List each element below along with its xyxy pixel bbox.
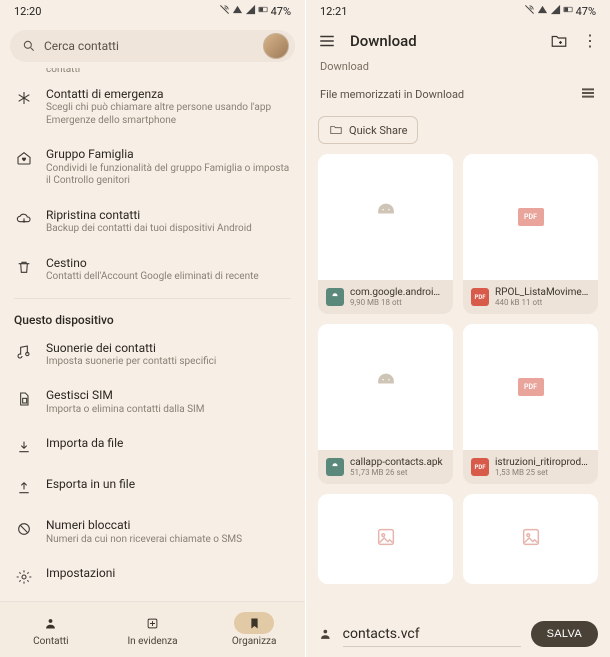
pdf-icon: PDF xyxy=(518,378,544,396)
status-bar: 12:20 47% xyxy=(0,0,305,22)
picker-title: Download xyxy=(350,32,536,50)
person-icon xyxy=(43,616,58,631)
search-input[interactable]: Cerca contatti xyxy=(10,30,295,62)
battery-pct: 47% xyxy=(576,5,596,18)
apk-icon xyxy=(372,371,400,403)
search-icon xyxy=(22,39,36,53)
clock: 12:20 xyxy=(14,5,41,18)
file-tile[interactable]: PDF RPOL_ListaMovime… 440 kB 11 ott xyxy=(463,154,598,314)
download-icon xyxy=(14,437,34,457)
downloads-picker-screen: 12:21 47% Download ⋮ Download File memor… xyxy=(305,0,610,657)
files-area: Quick Share com.google.androi… 9,90 MB 1… xyxy=(306,110,610,611)
upload-icon xyxy=(14,478,34,498)
item-emergency[interactable]: Contatti di emergenza Scegli chi può chi… xyxy=(14,77,291,137)
settings-list: contatti Contatti di emergenza Scegli ch… xyxy=(0,68,305,601)
image-icon xyxy=(375,526,397,552)
section-title: Questo dispositivo xyxy=(14,303,291,331)
nav-organize[interactable]: Organizza xyxy=(203,602,305,657)
item-sim[interactable]: Gestisci SIM Importa o elimina contatti … xyxy=(14,378,291,426)
gear-icon xyxy=(14,567,34,587)
person-icon xyxy=(318,626,333,642)
asterisk-icon xyxy=(14,88,34,108)
bottom-nav: Contatti In evidenza Organizza xyxy=(0,601,305,657)
truncated-prev-item: contatti xyxy=(14,68,291,75)
save-button[interactable]: SALVA xyxy=(531,621,598,647)
image-icon xyxy=(520,526,542,552)
item-settings[interactable]: Impostazioni xyxy=(14,556,291,597)
file-tile[interactable]: com.google.androi… 9,90 MB 18 ott xyxy=(318,154,453,314)
menu-icon[interactable] xyxy=(318,32,336,50)
nav-highlights[interactable]: In evidenza xyxy=(102,602,204,657)
status-icons: 47% xyxy=(524,4,596,18)
item-family[interactable]: Gruppo Famiglia Condividi le funzionalit… xyxy=(14,137,291,197)
file-tile[interactable]: PDF istruzioni_ritiroprod… 1,53 MB 25 se… xyxy=(463,324,598,484)
file-tile[interactable] xyxy=(463,494,598,584)
list-view-icon[interactable] xyxy=(580,85,596,104)
file-tile[interactable]: callapp-contacts.apk 51,73 MB 26 set xyxy=(318,324,453,484)
item-export[interactable]: Esporta in un file xyxy=(14,467,291,508)
pdf-badge-icon xyxy=(471,288,489,306)
item-trash[interactable]: Cestino Contatti dell'Account Google eli… xyxy=(14,246,291,294)
picker-header: Download ⋮ xyxy=(306,22,610,54)
nav-contacts[interactable]: Contatti xyxy=(0,602,102,657)
home-heart-icon xyxy=(14,148,34,168)
file-tile[interactable] xyxy=(318,494,453,584)
pdf-icon: PDF xyxy=(518,208,544,226)
pdf-badge-icon xyxy=(471,458,489,476)
search-row: Cerca contatti xyxy=(0,22,305,68)
contacts-organize-screen: 12:20 47% Cerca contatti contatti Contat… xyxy=(0,0,305,657)
breadcrumb[interactable]: Download xyxy=(306,54,610,79)
item-import[interactable]: Importa da file xyxy=(14,426,291,467)
block-icon xyxy=(14,519,34,539)
apk-badge-icon xyxy=(326,458,344,476)
location-subheader: File memorizzati in Download xyxy=(306,79,610,110)
save-bar: SALVA xyxy=(306,611,610,657)
avatar[interactable] xyxy=(263,33,289,59)
bookmark-icon xyxy=(247,616,262,631)
trash-icon xyxy=(14,257,34,277)
quick-share-chip[interactable]: Quick Share xyxy=(318,116,418,144)
item-ringtones[interactable]: Suonerie dei contatti Imposta suonerie p… xyxy=(14,331,291,379)
item-blocked[interactable]: Numeri bloccati Numeri da cui non riceve… xyxy=(14,508,291,556)
clock: 12:21 xyxy=(320,5,347,18)
status-icons: 47% xyxy=(219,4,291,18)
sim-icon xyxy=(14,389,34,409)
apk-badge-icon xyxy=(326,288,344,306)
divider xyxy=(14,298,291,299)
music-note-icon xyxy=(14,342,34,362)
apk-icon xyxy=(372,201,400,233)
status-bar: 12:21 47% xyxy=(306,0,610,22)
filename-input[interactable] xyxy=(343,622,521,647)
battery-pct: 47% xyxy=(271,5,291,18)
folder-icon xyxy=(329,123,343,137)
cloud-download-icon xyxy=(14,209,34,229)
search-placeholder: Cerca contatti xyxy=(44,39,119,53)
more-icon[interactable]: ⋮ xyxy=(582,33,598,49)
item-restore[interactable]: Ripristina contatti Backup dei contatti … xyxy=(14,198,291,246)
new-folder-icon[interactable] xyxy=(550,32,568,50)
star-plus-icon xyxy=(145,616,160,631)
